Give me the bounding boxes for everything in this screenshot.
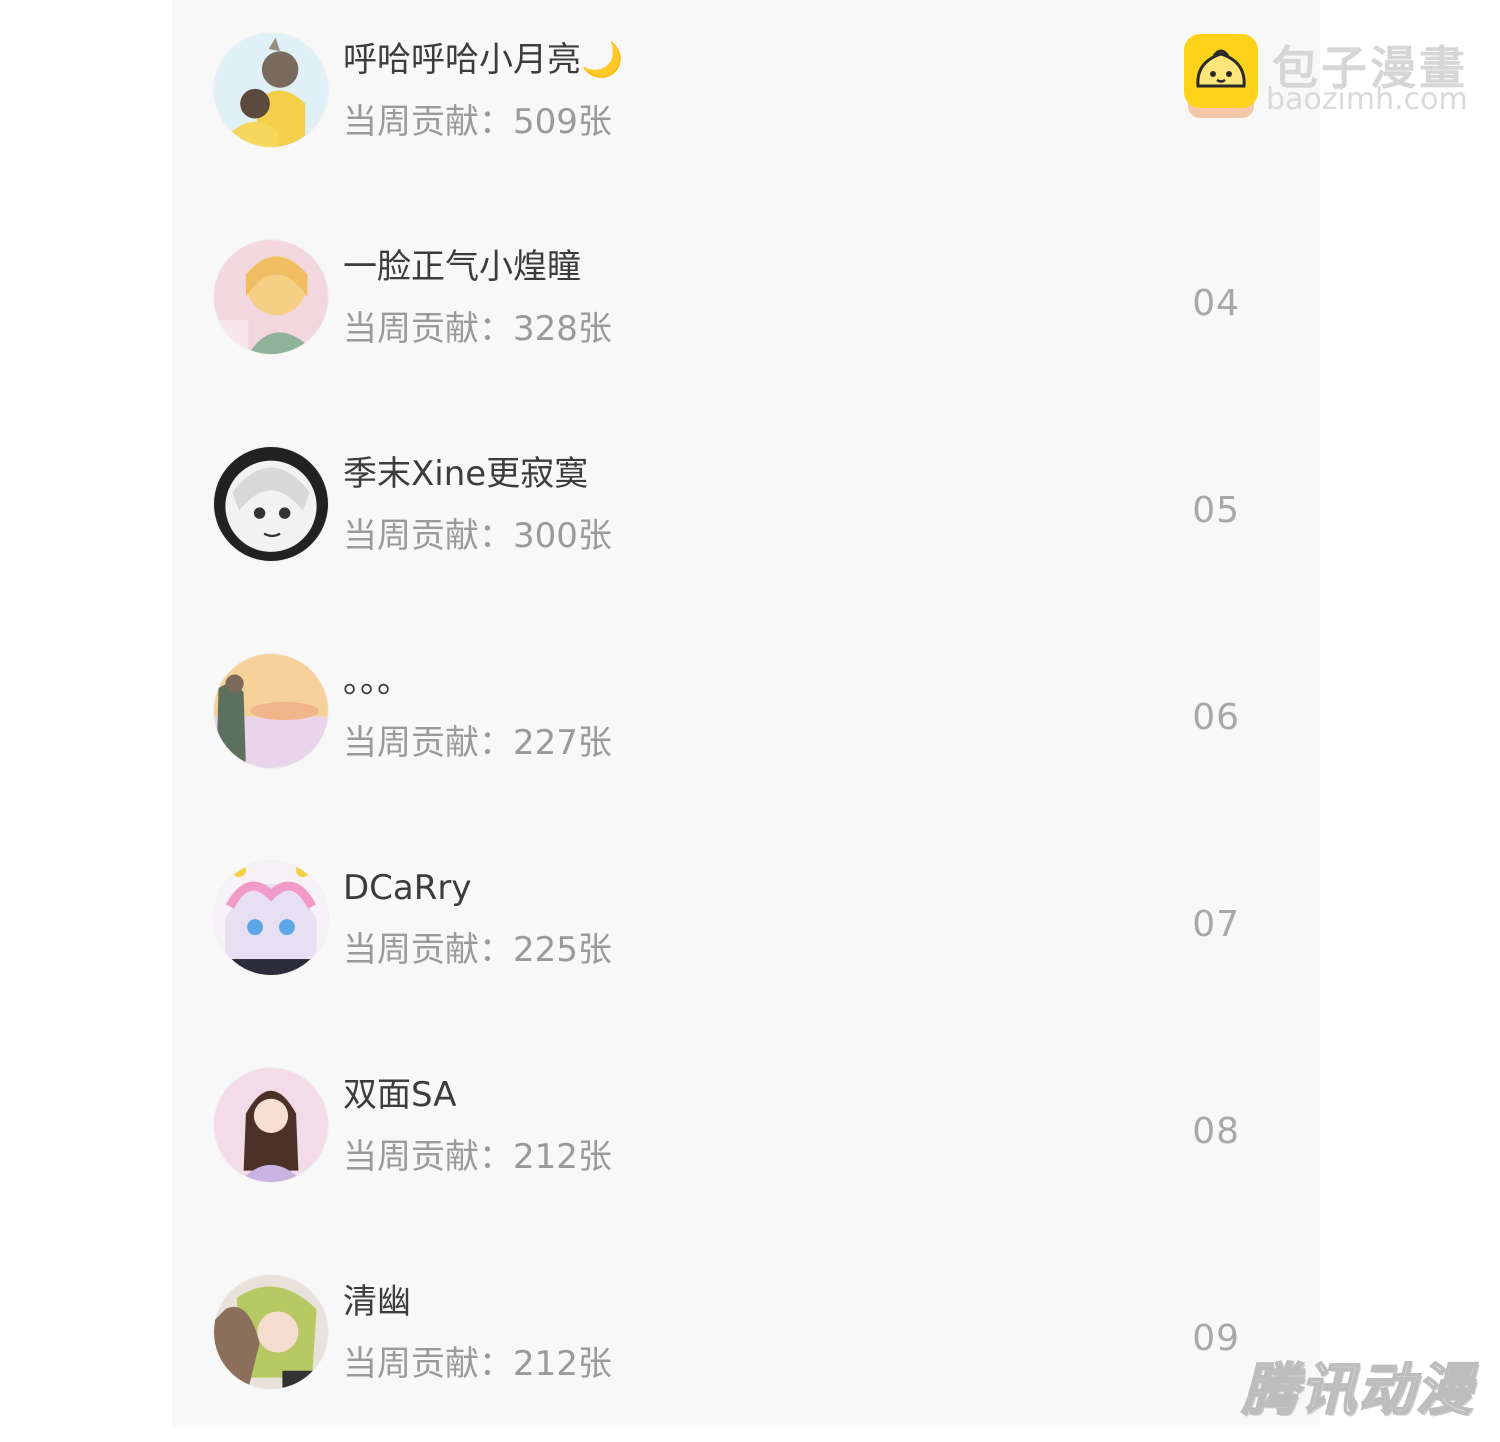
username: DCaRry (343, 868, 472, 908)
contribution-count: 当周贡献：227张 (343, 723, 612, 763)
list-item[interactable]: 季末Xine更寂寞 当周贡献：300张 05 (172, 414, 1320, 614)
avatar[interactable] (214, 1068, 328, 1182)
rank-number: 05 (1192, 490, 1240, 531)
username: 清幽 (343, 1282, 411, 1322)
bun-logo-icon (1184, 34, 1258, 108)
username: 一脸正气小煌瞳 (343, 247, 581, 287)
list-item[interactable]: 双面SA 当周贡献：212张 08 (172, 1035, 1320, 1235)
username: 季末Xine更寂寞 (343, 454, 589, 494)
username: 。。。 (343, 661, 411, 701)
avatar[interactable] (214, 1275, 328, 1389)
contribution-count: 当周贡献：225张 (343, 930, 612, 970)
username: 呼哈呼哈小月亮🌙 (343, 40, 624, 80)
rank-number: 06 (1192, 697, 1240, 738)
avatar[interactable] (214, 240, 328, 354)
avatar[interactable] (214, 33, 328, 147)
avatar[interactable] (214, 654, 328, 768)
username: 双面SA (343, 1075, 457, 1115)
rank-number: 04 (1192, 283, 1240, 324)
site-watermark: 包子漫畫 baozimh.com (1184, 34, 1484, 134)
contribution-count: 当周贡献：328张 (343, 309, 612, 349)
rank-number: 08 (1192, 1111, 1240, 1152)
list-item[interactable]: 呼哈呼哈小月亮🌙 当周贡献：509张 (172, 0, 1320, 200)
contribution-count: 当周贡献：509张 (343, 102, 612, 142)
list-item[interactable]: 一脸正气小煌瞳 当周贡献：328张 04 (172, 207, 1320, 407)
contribution-count: 当周贡献：212张 (343, 1137, 612, 1177)
list-item[interactable]: 清幽 当周贡献：212张 09 (172, 1242, 1320, 1442)
rank-number: 09 (1192, 1318, 1240, 1359)
contribution-count: 当周贡献：212张 (343, 1344, 612, 1384)
avatar[interactable] (214, 861, 328, 975)
rank-number: 07 (1192, 904, 1240, 945)
list-item[interactable]: 。。。 当周贡献：227张 06 (172, 621, 1320, 821)
avatar[interactable] (214, 447, 328, 561)
list-item[interactable]: DCaRry 当周贡献：225张 07 (172, 828, 1320, 1028)
watermark-url: baozimh.com (1266, 82, 1468, 117)
contribution-count: 当周贡献：300张 (343, 516, 612, 556)
publisher-watermark: 腾讯动漫 (1241, 1357, 1474, 1424)
ranking-list: 呼哈呼哈小月亮🌙 当周贡献：509张 一脸正气小煌瞳 当周贡献：328张 04 (172, 0, 1320, 1427)
